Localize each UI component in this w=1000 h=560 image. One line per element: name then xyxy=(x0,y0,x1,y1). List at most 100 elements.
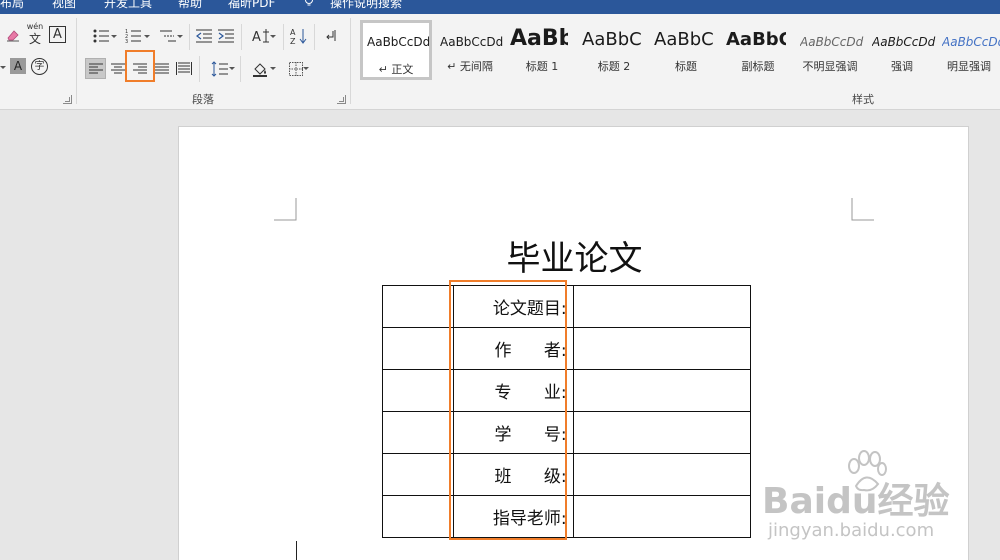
style-sample: AaBbCcDd xyxy=(367,35,431,49)
phonetic-guide-button[interactable]: wén 文 xyxy=(25,22,45,48)
table-cell[interactable] xyxy=(382,285,454,328)
style-subtle-emphasis[interactable]: AaBbCcDd 不明显强调 xyxy=(794,20,866,80)
phonetic-guide-pinyin: wén xyxy=(26,22,44,31)
increase-indent-icon xyxy=(218,29,234,43)
borders-icon xyxy=(289,61,303,76)
increase-indent-button[interactable] xyxy=(216,26,236,46)
table-cell[interactable] xyxy=(382,327,454,370)
style-sample: AaBbC xyxy=(726,29,786,50)
style-sample: AaBbC xyxy=(654,29,714,50)
style-title[interactable]: AaBbC 标题 xyxy=(650,20,722,80)
phonetic-guide-char: 文 xyxy=(28,32,41,46)
style-subtitle[interactable]: AaBbC 副标题 xyxy=(722,20,794,80)
style-label: 不明显强调 xyxy=(802,60,858,73)
chinese-layout-icon: A xyxy=(252,29,269,44)
ribbon-separator xyxy=(350,18,351,104)
align-left-icon xyxy=(88,63,103,73)
style-normal[interactable]: AaBbCcDd ↵ 正文 xyxy=(360,20,432,80)
font-dialog-launcher[interactable] xyxy=(63,95,72,104)
table-cell[interactable] xyxy=(382,411,454,454)
decrease-indent-icon xyxy=(196,29,212,43)
paragraph-mark-icon xyxy=(326,30,336,41)
tab-view[interactable]: 视图 xyxy=(52,0,76,11)
table-cell[interactable] xyxy=(572,285,752,328)
table-cell[interactable] xyxy=(382,369,454,412)
multilevel-list-button[interactable] xyxy=(153,26,185,46)
ribbon-separator xyxy=(199,56,200,82)
styles-group-label: 样式 xyxy=(852,93,874,106)
style-heading-1[interactable]: AaBb 标题 1 xyxy=(506,20,578,80)
tell-me-search[interactable]: 操作说明搜索 xyxy=(330,0,402,11)
style-label: 副标题 xyxy=(741,60,775,73)
style-intense-emphasis[interactable]: AaBbCcDd 明显强调 xyxy=(938,20,1000,80)
baidu-watermark: Baidu经验 jingyan.baidu.com xyxy=(762,450,1000,560)
eraser-icon xyxy=(7,30,19,42)
ribbon-separator xyxy=(283,24,284,50)
table-cell[interactable] xyxy=(572,453,752,496)
distributed-button[interactable] xyxy=(173,58,194,79)
tab-foxit-pdf[interactable]: 福昕PDF xyxy=(228,0,275,11)
table-cell[interactable] xyxy=(572,369,752,412)
margin-corner-mark xyxy=(851,198,874,221)
table-cell[interactable] xyxy=(572,411,752,454)
table-cell[interactable] xyxy=(382,495,454,538)
tab-help[interactable]: 帮助 xyxy=(178,0,202,11)
shading-button[interactable] xyxy=(246,58,276,79)
sort-az-icon: A Z xyxy=(290,28,307,45)
paint-bucket-icon xyxy=(253,62,267,77)
clear-format-button[interactable] xyxy=(4,26,22,44)
borders-button[interactable] xyxy=(281,58,311,79)
paragraph-dialog-launcher[interactable] xyxy=(337,95,346,104)
numbering-button[interactable]: 1 2 3 xyxy=(120,26,152,46)
style-label: 强调 xyxy=(891,60,913,73)
watermark-url: jingyan.baidu.com xyxy=(768,520,935,541)
align-center-icon xyxy=(110,63,125,73)
tab-layout[interactable]: 布局 xyxy=(0,0,24,11)
paragraph-group-label: 段落 xyxy=(192,93,214,106)
align-left-button[interactable] xyxy=(85,58,106,79)
justify-button[interactable] xyxy=(151,58,172,79)
table-cell[interactable] xyxy=(572,495,752,538)
style-sample: AaBbC xyxy=(582,29,642,50)
ribbon-separator xyxy=(76,18,77,104)
svg-text:A: A xyxy=(290,28,296,37)
ribbon-separator xyxy=(240,56,241,82)
tab-developer[interactable]: 开发工具 xyxy=(104,0,152,11)
ribbon-separator xyxy=(189,24,190,50)
ribbon-tab-bar: 布局 视图 开发工具 帮助 福昕PDF 操作说明搜索 xyxy=(0,0,1000,14)
decrease-indent-button[interactable] xyxy=(194,26,214,46)
bullets-button[interactable] xyxy=(86,26,120,46)
margin-corner-mark xyxy=(274,198,297,221)
style-label: 标题 xyxy=(675,60,697,73)
style-label: 标题 2 xyxy=(597,60,631,73)
chinese-layout-button[interactable]: A xyxy=(246,26,278,46)
watermark-brand: Baidu经验 xyxy=(762,481,950,522)
style-emphasis[interactable]: AaBbCcDd 强调 xyxy=(866,20,938,80)
show-formatting-marks-button[interactable] xyxy=(322,26,342,46)
justify-icon xyxy=(154,63,169,73)
svg-text:A: A xyxy=(252,30,261,44)
sort-button[interactable]: A Z xyxy=(289,26,309,46)
style-heading-2[interactable]: AaBbC 标题 2 xyxy=(578,20,650,80)
style-label: ↵ 正文 xyxy=(378,63,414,76)
svg-text:Z: Z xyxy=(290,37,296,45)
font-color-caret[interactable] xyxy=(0,62,6,72)
svg-text:3: 3 xyxy=(125,39,128,44)
ribbon-separator xyxy=(314,24,315,50)
line-spacing-button[interactable] xyxy=(204,58,236,79)
document-title[interactable]: 毕业论文 xyxy=(179,231,970,280)
character-border-button[interactable]: A xyxy=(49,26,66,43)
style-label: 明显强调 xyxy=(947,60,991,73)
ribbon-separator xyxy=(241,24,242,50)
styles-gallery: AaBbCcDd ↵ 正文 AaBbCcDd ↵ 无间隔 AaBb 标题 1 A… xyxy=(358,20,1000,82)
table-cell[interactable] xyxy=(382,453,454,496)
table-cell[interactable] xyxy=(572,327,752,370)
line-spacing-icon xyxy=(211,60,228,77)
style-label: 标题 1 xyxy=(525,60,559,73)
character-shading-button[interactable]: A xyxy=(10,58,26,74)
style-label: ↵ 无间隔 xyxy=(447,60,493,73)
ribbon: wén 文 A A 字 1 2 3 A A Z 段落 AaBbCcDd ↵ 正文… xyxy=(0,14,1000,110)
style-no-spacing[interactable]: AaBbCcDd ↵ 无间隔 xyxy=(434,20,506,80)
distributed-icon xyxy=(175,61,192,75)
enclose-characters-button[interactable]: 字 xyxy=(31,58,48,75)
